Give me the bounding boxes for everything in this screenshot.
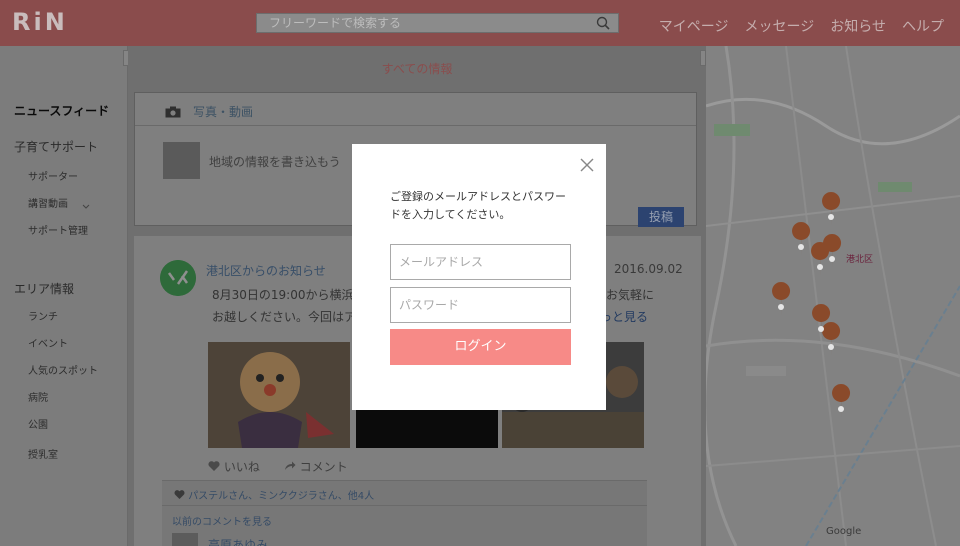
share-arrow-icon bbox=[284, 461, 296, 470]
sidebar-item-support-admin[interactable]: サポート管理 bbox=[28, 222, 88, 237]
comment-button[interactable]: コメント bbox=[284, 458, 348, 475]
page-title: すべての情報 bbox=[381, 62, 453, 76]
area-map[interactable]: 港北区 Google bbox=[706, 46, 960, 546]
feed-text-line1: 8月30日の19:00から横浜駅 bbox=[212, 288, 366, 302]
sidebar-item-hospital[interactable]: 病院 bbox=[28, 389, 48, 404]
commenter-name[interactable]: 高原あゆみ bbox=[208, 536, 268, 546]
sidebar: ニュースフィード 子育てサポート サポーター 講習動画 サポート管理 エリア情報… bbox=[0, 46, 128, 546]
sidebar-item-supporter[interactable]: サポーター bbox=[28, 168, 78, 183]
post-input[interactable]: 地域の情報を書き込もう bbox=[209, 153, 341, 170]
login-modal: ご登録のメールアドレスとパスワードを入力してください。 ログイン bbox=[352, 144, 606, 410]
camera-icon bbox=[165, 106, 181, 117]
like-button[interactable]: いいね bbox=[208, 458, 260, 475]
comments-section: パステルさん、ミンククジラさん、他4人 以前のコメントを見る 高原あゆみ bbox=[162, 480, 647, 546]
nav-mypage[interactable]: マイページ bbox=[659, 16, 729, 36]
map-area-label: 港北区 bbox=[846, 255, 874, 265]
chevron-down-icon[interactable] bbox=[82, 204, 90, 210]
google-logo: Google bbox=[826, 526, 862, 537]
heart-icon bbox=[208, 461, 220, 471]
login-button[interactable]: ログイン bbox=[390, 329, 571, 365]
rin-logo[interactable]: RiN bbox=[12, 8, 68, 36]
email-field-wrap[interactable] bbox=[390, 244, 571, 280]
feed-source-link[interactable]: 港北区からのお知らせ bbox=[206, 262, 326, 279]
likes-summary[interactable]: パステルさん、ミンククジラさん、他4人 bbox=[174, 487, 374, 502]
search-input[interactable] bbox=[257, 14, 618, 32]
divider bbox=[162, 505, 647, 506]
kohoku-logo-icon bbox=[160, 260, 196, 296]
sidebar-area-info[interactable]: エリア情報 bbox=[14, 280, 74, 297]
nav-notifications[interactable]: お知らせ bbox=[830, 16, 886, 36]
feed-actions: いいね コメント bbox=[208, 458, 348, 475]
likes-summary-text: パステルさん、ミンククジラさん、他4人 bbox=[188, 491, 375, 502]
comment-label: コメント bbox=[299, 460, 348, 474]
heart-icon bbox=[174, 490, 185, 499]
map-canvas[interactable] bbox=[706, 46, 960, 546]
search-bar[interactable] bbox=[256, 13, 619, 33]
password-field[interactable] bbox=[391, 288, 570, 322]
photo-video-label: 写真・動画 bbox=[193, 105, 254, 119]
photo-video-tab[interactable]: 写真・動画 bbox=[165, 103, 253, 120]
previous-comments-link[interactable]: 以前のコメントを見る bbox=[172, 513, 272, 528]
sidebar-news-feed[interactable]: ニュースフィード bbox=[14, 102, 109, 119]
sidebar-childcare[interactable]: 子育てサポート bbox=[14, 138, 98, 155]
feed-photo-1[interactable] bbox=[208, 342, 350, 448]
sidebar-item-nursing-room[interactable]: 授乳室 bbox=[28, 446, 58, 461]
feed-date: 2016.09.02 bbox=[614, 262, 683, 276]
sidebar-item-event[interactable]: イベント bbox=[28, 335, 68, 350]
divider bbox=[135, 125, 696, 126]
nav-help[interactable]: ヘルプ bbox=[902, 16, 944, 36]
sidebar-item-spots[interactable]: 人気のスポット bbox=[28, 362, 98, 377]
commenter-avatar bbox=[172, 533, 198, 546]
read-more-link[interactable]: っと見る bbox=[600, 308, 648, 325]
feed-text-line1-tail: お気軽に bbox=[606, 288, 655, 302]
nav-messages[interactable]: メッセージ bbox=[745, 16, 815, 36]
password-field-wrap[interactable] bbox=[390, 287, 571, 323]
login-instructions: ご登録のメールアドレスとパスワードを入力してください。 bbox=[390, 190, 566, 221]
user-avatar bbox=[163, 142, 200, 179]
sidebar-item-lunch[interactable]: ランチ bbox=[28, 308, 58, 323]
like-label: いいね bbox=[223, 460, 260, 474]
search-icon[interactable] bbox=[596, 16, 610, 30]
feed-text-line2: お越しください。今回はア bbox=[212, 310, 357, 324]
top-header: RiN マイページ メッセージ お知らせ ヘルプ bbox=[0, 0, 960, 46]
post-button[interactable]: 投稿 bbox=[638, 207, 684, 227]
top-nav: マイページ メッセージ お知らせ ヘルプ bbox=[659, 16, 944, 36]
sidebar-item-park[interactable]: 公園 bbox=[28, 416, 48, 431]
close-icon[interactable] bbox=[580, 158, 594, 172]
sidebar-item-videos[interactable]: 講習動画 bbox=[28, 195, 68, 210]
email-field[interactable] bbox=[391, 245, 570, 279]
